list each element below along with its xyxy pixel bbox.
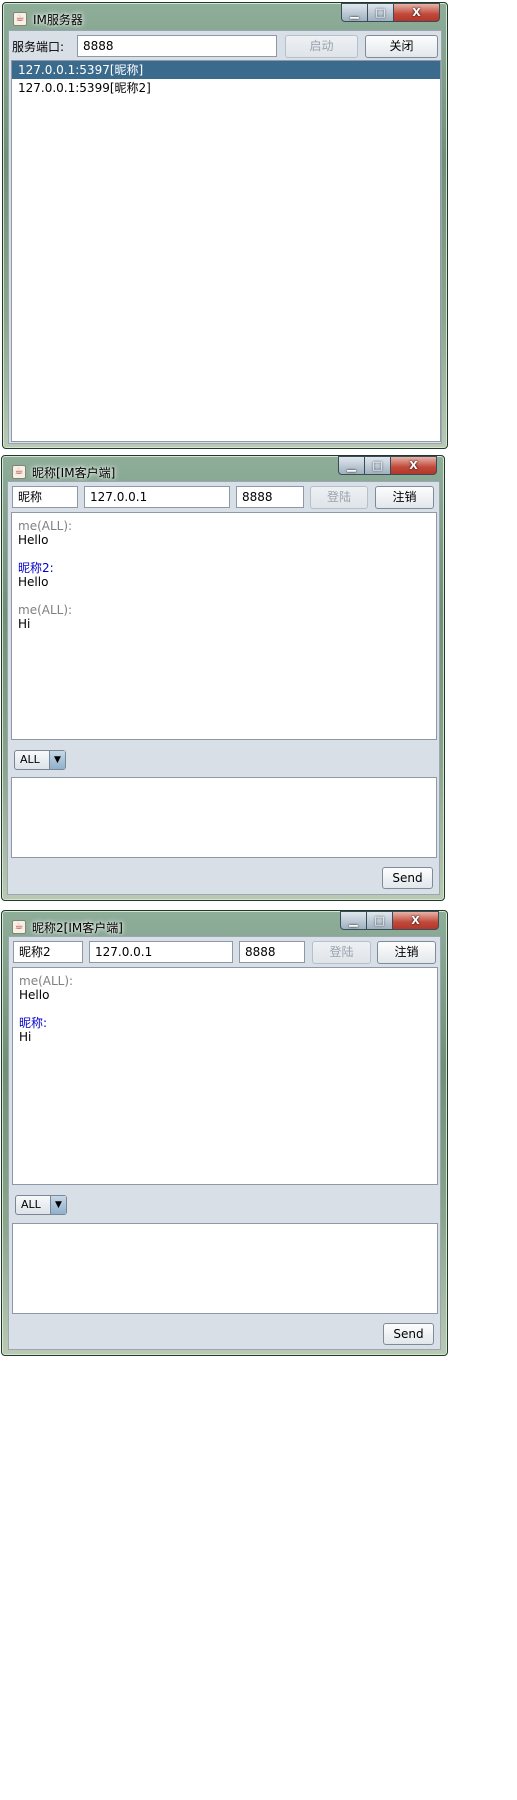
message-text: Hello	[18, 575, 49, 589]
close-window-button[interactable]: X	[394, 3, 440, 22]
logout-button[interactable]: 注销	[375, 486, 434, 509]
message-input[interactable]	[11, 777, 437, 858]
port-label: 服务端口:	[12, 40, 65, 54]
target-select[interactable]: ALL ▼	[14, 750, 66, 770]
maximize-button[interactable]: □	[368, 3, 394, 22]
chevron-down-icon[interactable]: ▼	[49, 751, 65, 769]
port-input[interactable]: 8888	[77, 35, 277, 57]
message-input[interactable]	[12, 1223, 438, 1314]
close-window-button[interactable]: X	[391, 456, 437, 475]
login-button[interactable]: 登陆	[312, 941, 371, 964]
server-title: IM服务器	[33, 13, 83, 27]
close-server-button[interactable]: 关闭	[365, 35, 438, 58]
send-button[interactable]: Send	[382, 867, 433, 889]
port-input[interactable]: 8888	[236, 486, 304, 508]
server-window: ☕ IM服务器 ▁ □ X 服务端口: 8888 启动 关闭 127.0.0.1…	[2, 2, 448, 449]
message-sender: me(ALL):	[18, 519, 73, 533]
client2-window: ☕ 昵称2[IM客户端] ▁ □ X 昵称2 127.0.0.1 8888 登陆…	[1, 910, 448, 1356]
close-window-button[interactable]: X	[393, 911, 439, 930]
message-text: Hi	[18, 617, 31, 631]
port-input[interactable]: 8888	[239, 941, 305, 963]
target-select[interactable]: ALL ▼	[15, 1195, 67, 1215]
java-icon: ☕	[12, 920, 26, 934]
maximize-button[interactable]: □	[367, 911, 393, 930]
nickname-input[interactable]: 昵称	[12, 486, 78, 508]
list-item[interactable]: 127.0.0.1:5397[昵称]	[12, 61, 440, 79]
host-input[interactable]: 127.0.0.1	[84, 486, 230, 508]
message-history: me(ALL): Hello 昵称: Hi	[12, 967, 438, 1185]
message-sender: 昵称2:	[18, 561, 54, 575]
server-client-area: 服务端口: 8888 启动 关闭 127.0.0.1:5397[昵称] 127.…	[8, 30, 442, 444]
client1-title: 昵称[IM客户端]	[32, 466, 116, 480]
message: me(ALL): Hi	[12, 603, 436, 631]
minimize-button[interactable]: ▁	[340, 911, 367, 930]
minimize-button[interactable]: ▁	[341, 3, 368, 22]
client1-window: ☕ 昵称[IM客户端] ▁ □ X 昵称 127.0.0.1 8888 登陆 注…	[1, 455, 445, 901]
message: 昵称2: Hello	[12, 561, 436, 589]
message-text: Hi	[19, 1030, 32, 1044]
client2-title: 昵称2[IM客户端]	[32, 921, 123, 935]
client2-client-area: 昵称2 127.0.0.1 8888 登陆 注销 me(ALL): Hello …	[8, 936, 441, 1350]
host-input[interactable]: 127.0.0.1	[89, 941, 233, 963]
message-text: Hello	[18, 533, 49, 547]
java-icon: ☕	[12, 465, 26, 479]
start-button[interactable]: 启动	[285, 35, 358, 58]
nickname-input[interactable]: 昵称2	[13, 941, 83, 963]
message-history: me(ALL): Hello 昵称2: Hello me(ALL): Hi	[11, 512, 437, 740]
minimize-button[interactable]: ▁	[338, 456, 365, 475]
server-titlebar[interactable]: ☕ IM服务器 ▁ □ X	[3, 3, 447, 33]
send-button[interactable]: Send	[383, 1323, 434, 1345]
message: 昵称: Hi	[13, 1016, 437, 1044]
list-item[interactable]: 127.0.0.1:5399[昵称2]	[12, 79, 440, 97]
java-icon: ☕	[13, 12, 27, 26]
message: me(ALL): Hello	[13, 974, 437, 1002]
message-text: Hello	[19, 988, 50, 1002]
login-button[interactable]: 登陆	[310, 486, 368, 509]
maximize-button[interactable]: □	[365, 456, 391, 475]
client1-client-area: 昵称 127.0.0.1 8888 登陆 注销 me(ALL): Hello 昵…	[7, 481, 440, 895]
chevron-down-icon[interactable]: ▼	[50, 1196, 66, 1214]
message-sender: me(ALL):	[18, 603, 73, 617]
message: me(ALL): Hello	[12, 519, 436, 547]
client-list[interactable]: 127.0.0.1:5397[昵称] 127.0.0.1:5399[昵称2]	[11, 60, 441, 442]
target-select-value: ALL	[20, 753, 40, 766]
target-select-value: ALL	[21, 1198, 41, 1211]
message-sender: 昵称:	[19, 1016, 48, 1030]
logout-button[interactable]: 注销	[377, 941, 436, 964]
message-sender: me(ALL):	[19, 974, 74, 988]
